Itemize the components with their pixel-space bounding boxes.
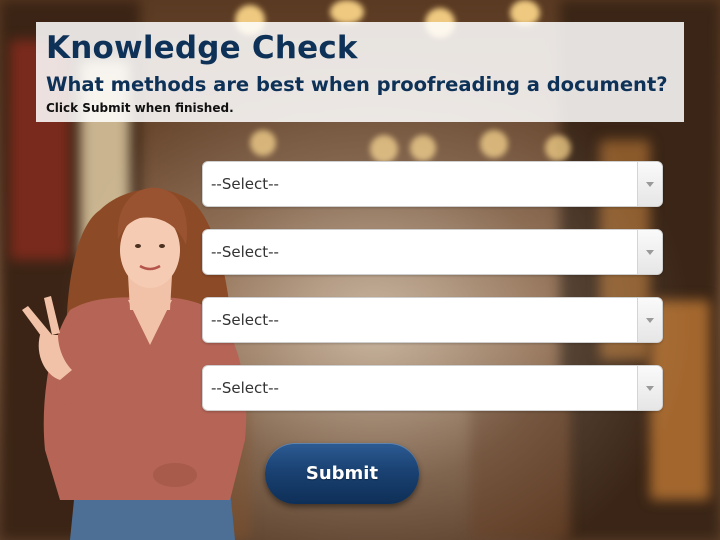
answer-dropdown-3[interactable]: --Select--: [202, 297, 663, 343]
chevron-down-icon: [646, 386, 654, 391]
question-text: What methods are best when proofreading …: [46, 73, 668, 96]
dropdown-value: --Select--: [211, 243, 279, 261]
student-illustration: [22, 187, 247, 540]
dropdown-value: --Select--: [211, 175, 279, 193]
instruction-text: Click Submit when finished.: [46, 101, 234, 115]
dropdown-toggle[interactable]: [637, 230, 662, 274]
dropdown-value: --Select--: [211, 311, 279, 329]
dropdown-toggle[interactable]: [637, 162, 662, 206]
chevron-down-icon: [646, 318, 654, 323]
chevron-down-icon: [646, 182, 654, 187]
dropdown-toggle[interactable]: [637, 366, 662, 410]
chevron-down-icon: [646, 250, 654, 255]
submit-button[interactable]: Submit: [265, 443, 419, 504]
answer-dropdown-2[interactable]: --Select--: [202, 229, 663, 275]
dropdown-value: --Select--: [211, 379, 279, 397]
page-title: Knowledge Check: [46, 30, 358, 66]
dropdown-toggle[interactable]: [637, 298, 662, 342]
answer-dropdown-4[interactable]: --Select--: [202, 365, 663, 411]
header-panel: Knowledge Check What methods are best wh…: [36, 22, 684, 122]
answer-dropdown-1[interactable]: --Select--: [202, 161, 663, 207]
